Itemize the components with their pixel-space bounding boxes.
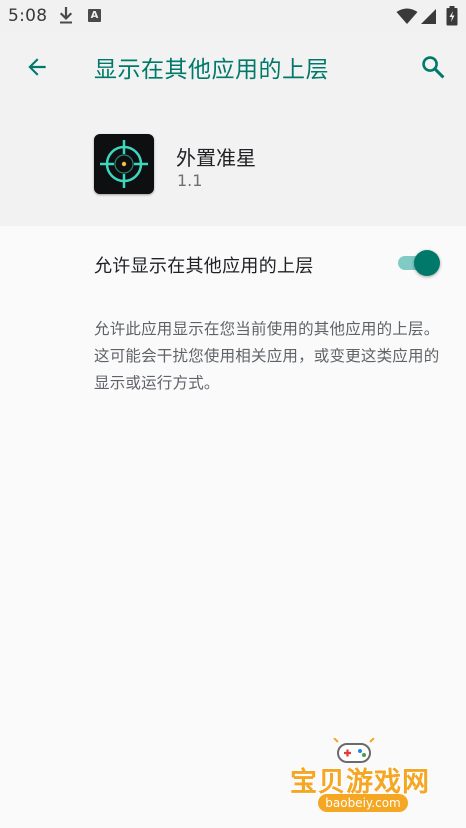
arrow-left-icon (28, 58, 46, 76)
search-button[interactable] (410, 44, 456, 90)
wifi-icon (396, 8, 418, 24)
app-icon (94, 134, 154, 194)
back-button[interactable] (14, 44, 60, 90)
setting-label: 允许显示在其他应用的上层 (94, 256, 314, 277)
setting-row-allow-overlay[interactable]: 允许显示在其他应用的上层 (0, 226, 466, 302)
battery-icon (446, 6, 458, 26)
download-icon (59, 7, 73, 24)
page-title: 显示在其他应用的上层 (94, 57, 329, 83)
watermark-logo: 宝贝游戏网 baobeiy.com (284, 738, 440, 822)
overlay-toggle-switch[interactable] (394, 248, 442, 278)
status-bar: 5:08 A (0, 0, 466, 32)
app-version: 1.1 (177, 171, 203, 190)
search-icon (422, 56, 445, 79)
crosshair-icon (100, 140, 148, 188)
setting-description: 允许此应用显示在您当前使用的其他应用的上层。这可能会干扰您使用相关应用，或变更这… (94, 320, 440, 392)
toolbar: 显示在其他应用的上层 (0, 32, 466, 104)
toggle-thumb (414, 250, 440, 276)
status-time: 5:08 (8, 6, 48, 26)
app-header: 外置准星 1.1 (0, 104, 466, 226)
signal-icon (421, 9, 436, 24)
a-badge-icon: A (88, 9, 101, 22)
watermark-url: baobeiy.com (318, 794, 408, 812)
app-name: 外置准星 (176, 146, 256, 170)
